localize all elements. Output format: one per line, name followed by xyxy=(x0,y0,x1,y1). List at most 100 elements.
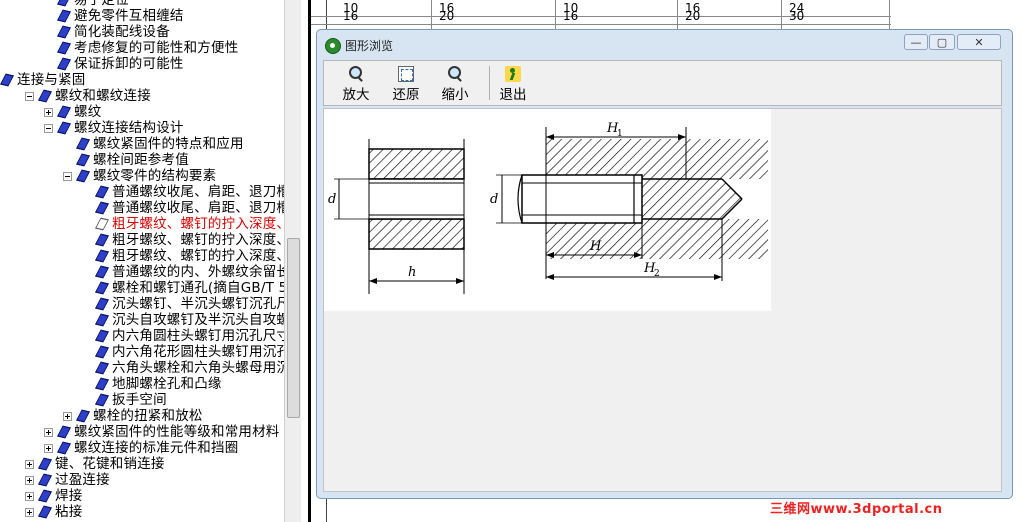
toolbar-separator xyxy=(489,66,490,100)
tree-item[interactable]: 键、花键和销连接 xyxy=(25,456,165,472)
tree-item[interactable]: 避免零件互相缠结 xyxy=(44,8,184,24)
tree-item[interactable]: 粗牙螺纹、螺钉的拧入深度、 xyxy=(82,216,284,232)
title-bar[interactable]: 图形浏览 — ▢ ✕ xyxy=(317,30,1012,58)
book-icon xyxy=(76,171,89,182)
tree-item[interactable]: 螺纹紧固件的性能等级和常用材料 xyxy=(44,424,280,440)
zoom-in-button[interactable]: 放大 xyxy=(336,64,376,104)
book-icon xyxy=(57,123,70,134)
tree-item[interactable]: 螺纹 xyxy=(44,104,101,120)
tree-scrollbar[interactable] xyxy=(284,0,301,522)
scrollbar-thumb[interactable] xyxy=(287,238,300,418)
expand-icon[interactable] xyxy=(25,459,34,469)
book-icon xyxy=(95,251,108,262)
tree-item[interactable]: 粘接 xyxy=(25,504,82,520)
tree-item[interactable]: 粗牙螺纹、螺钉的拧入深度、 xyxy=(82,232,284,248)
table-cell: 16 xyxy=(343,9,359,23)
tree-item-label: 简化装配线设备 xyxy=(74,24,170,40)
table-cell: 20 xyxy=(685,9,701,23)
book-icon xyxy=(38,91,51,102)
zoom-out-icon xyxy=(447,66,463,82)
tree-item-label: 内六角花形圆柱头螺钉用沉孔 xyxy=(112,344,284,360)
book-icon xyxy=(57,443,70,454)
book-icon xyxy=(57,11,70,22)
tree-item[interactable]: 螺栓间距参考值 xyxy=(63,152,189,168)
image-canvas[interactable]: d h d H 1 H H 2 xyxy=(323,108,1002,492)
tree-item[interactable]: 螺纹紧固件的特点和应用 xyxy=(63,136,244,152)
expand-icon[interactable] xyxy=(44,427,53,437)
tree-item[interactable]: 螺栓的扭紧和放松 xyxy=(63,408,203,424)
tree-item-label: 考虑修复的可能性和方便性 xyxy=(74,40,239,56)
book-icon xyxy=(76,155,89,166)
tree-item[interactable]: 螺纹和螺纹连接 xyxy=(25,88,151,104)
table-cell: 30 xyxy=(789,9,805,23)
book-icon xyxy=(95,331,108,342)
tree-item[interactable]: 螺纹连接结构设计 xyxy=(44,120,184,136)
tree-item-label: 粗牙螺纹、螺钉的拧入深度、 xyxy=(112,216,284,232)
tree-item[interactable]: 考虑修复的可能性和方便性 xyxy=(44,40,238,56)
expand-icon[interactable] xyxy=(25,507,34,517)
maximize-button[interactable]: ▢ xyxy=(929,34,955,50)
expand-icon[interactable] xyxy=(44,443,53,453)
tree-item[interactable]: 简化装配线设备 xyxy=(44,24,170,40)
book-icon xyxy=(0,75,13,86)
collapse-icon[interactable] xyxy=(25,91,34,101)
tree-item[interactable]: 沉头螺钉、半沉头螺钉沉孔尺 xyxy=(82,296,284,312)
tree-item-label: 沉头螺钉、半沉头螺钉沉孔尺 xyxy=(112,296,284,312)
expand-icon[interactable] xyxy=(44,107,53,117)
book-icon xyxy=(38,459,51,470)
expand-icon[interactable] xyxy=(63,411,72,421)
tree-item[interactable]: 粗牙螺纹、螺钉的拧入深度、 xyxy=(82,248,284,264)
book-icon xyxy=(57,27,70,38)
exit-icon xyxy=(505,66,521,82)
tree-item[interactable]: 螺栓和螺钉通孔(摘自GB/T 52 xyxy=(82,280,284,296)
zoom-out-button[interactable]: 缩小 xyxy=(435,64,475,104)
tree-item-label: 过盈连接 xyxy=(55,472,110,488)
tree-item[interactable]: 内六角圆柱头螺钉用沉孔尺寸 xyxy=(82,328,284,344)
tree-item[interactable]: 保证拆卸的可能性 xyxy=(44,56,184,72)
tree-item[interactable]: 扳手空间 xyxy=(82,392,167,408)
label-h: h xyxy=(408,265,416,280)
tree-item[interactable]: 六角头螺栓和六角头螺母用沉 xyxy=(82,360,284,376)
minimize-button[interactable]: — xyxy=(904,34,928,50)
tree-item[interactable]: 普通螺纹的内、外螺纹余留长 xyxy=(82,264,284,280)
tree-item-label: 螺纹紧固件的特点和应用 xyxy=(93,136,244,152)
expand-icon[interactable] xyxy=(25,475,34,485)
tree-item-label: 键、花键和销连接 xyxy=(55,456,165,472)
book-icon xyxy=(95,267,108,278)
tree-item[interactable]: 螺纹零件的结构要素 xyxy=(63,168,216,184)
restore-icon xyxy=(398,66,414,82)
tree-item[interactable]: 地脚螺栓孔和凸缘 xyxy=(82,376,222,392)
watermark: 三维网www.3dportal.cn xyxy=(770,502,943,517)
expand-icon[interactable] xyxy=(25,491,34,501)
tree-item-label: 连接与紧固 xyxy=(17,72,86,88)
book-icon xyxy=(95,187,108,198)
table-row: 16 20 16 20 30 xyxy=(311,8,891,25)
tree-item[interactable]: 易于定位 xyxy=(44,0,129,8)
tree-item[interactable]: 螺纹连接的标准元件和挡圈 xyxy=(44,440,238,456)
tree-item[interactable]: 普通螺纹收尾、肩距、退刀槽 xyxy=(82,200,284,216)
tree-item-label: 扳手空间 xyxy=(112,392,167,408)
book-icon xyxy=(95,219,108,230)
tree-item-label: 螺纹紧固件的性能等级和常用材料 xyxy=(74,424,280,440)
tree-item[interactable]: 沉头自攻螺钉及半沉头自攻螺 xyxy=(82,312,284,328)
zoom-out-label: 缩小 xyxy=(441,87,469,103)
collapse-icon[interactable] xyxy=(63,171,72,181)
tree-item-label: 内六角圆柱头螺钉用沉孔尺寸 xyxy=(112,328,284,344)
collapse-icon[interactable] xyxy=(44,123,53,133)
restore-button[interactable]: 还原 xyxy=(386,64,426,104)
close-button[interactable]: ✕ xyxy=(957,34,1001,50)
tree-item-label: 保证拆卸的可能性 xyxy=(74,56,184,72)
tree-item[interactable]: 内六角花形圆柱头螺钉用沉孔 xyxy=(82,344,284,360)
tree-item-label: 螺栓间距参考值 xyxy=(93,152,189,168)
zoom-in-icon xyxy=(348,66,364,82)
exit-label: 退出 xyxy=(499,87,527,103)
tree-item[interactable]: 焊接 xyxy=(25,488,82,504)
technical-drawing: d h d H 1 H H 2 xyxy=(324,109,771,311)
left-figure xyxy=(334,139,465,294)
tree-item[interactable]: 连接与紧固 xyxy=(0,72,86,88)
tree-item[interactable]: 普通螺纹收尾、肩距、退刀槽 xyxy=(82,184,284,200)
close-icon: ✕ xyxy=(974,35,984,49)
tree-item-label: 螺纹连接的标准元件和挡圈 xyxy=(74,440,239,456)
tree-item[interactable]: 过盈连接 xyxy=(25,472,110,488)
exit-button[interactable]: 退出 xyxy=(493,64,533,104)
